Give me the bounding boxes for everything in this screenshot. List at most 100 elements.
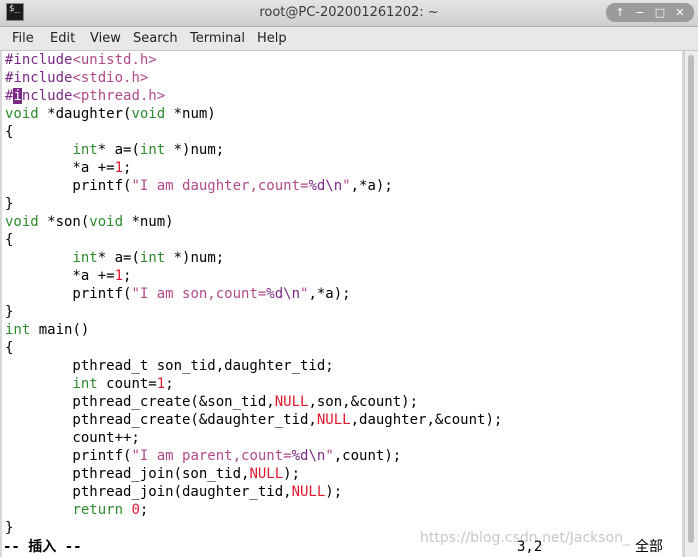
code-token: NULL (249, 466, 284, 482)
code-line[interactable]: pthread_join(daughter_tid,NULL); (5, 483, 342, 501)
code-token: return (72, 502, 124, 518)
code-token: *a += (5, 268, 115, 284)
code-token: ,count); (333, 448, 402, 464)
code-line[interactable]: pthread_t son_tid,daughter_tid; (5, 357, 334, 375)
code-token: void (89, 214, 124, 230)
code-token: " (325, 448, 334, 464)
code-token: 1 (114, 268, 124, 284)
code-token: *a += (5, 160, 115, 176)
code-token: ; (123, 160, 132, 176)
menu-bar: File Edit View Search Terminal Help (0, 27, 698, 51)
code-token: #include (5, 52, 73, 68)
code-token: pthread_t son_tid,daughter_tid; (5, 358, 334, 374)
code-token: pthread_join(daughter_tid, (5, 484, 292, 500)
minimize-icon[interactable]: − (632, 5, 648, 21)
code-line[interactable]: #include<unistd.h> (5, 51, 157, 69)
menu-edit[interactable]: Edit (50, 31, 75, 46)
code-token: } (5, 520, 14, 536)
menu-search[interactable]: Search (133, 31, 178, 46)
code-token: ; (165, 376, 174, 392)
code-token: #include (5, 70, 73, 86)
code-line[interactable]: } (5, 303, 13, 321)
code-line[interactable]: printf("I am son,count=%d\n",*a); (5, 285, 351, 303)
vertical-scrollbar[interactable] (684, 51, 698, 557)
code-line[interactable]: } (5, 519, 13, 537)
code-token: *son( (38, 214, 90, 230)
code-token: "I am parent,count= (131, 448, 292, 464)
code-line[interactable]: printf("I am daughter,count=%d\n",*a); (5, 177, 393, 195)
code-token: { (5, 124, 14, 140)
code-token: 1 (114, 160, 124, 176)
code-token: %d\n (291, 448, 326, 464)
code-line[interactable]: *a +=1; (5, 159, 131, 177)
code-token: %d\n (266, 286, 301, 302)
code-token: %d\n (308, 178, 343, 194)
code-token: *daughter( (38, 106, 132, 122)
code-line[interactable]: pthread_create(&daughter_tid,NULL,daught… (5, 411, 502, 429)
code-token: int (72, 142, 98, 158)
scroll-scope: 全部 (635, 539, 663, 555)
code-line[interactable]: { (5, 123, 13, 141)
code-token: pthread_create(&son_tid, (5, 394, 275, 410)
code-line[interactable]: count++; (5, 429, 139, 447)
code-line[interactable]: printf("I am parent,count=%d\n",count); (5, 447, 401, 465)
code-line[interactable]: int main() (5, 321, 89, 339)
code-line[interactable]: } (5, 195, 13, 213)
code-line[interactable]: #include<pthread.h> (5, 87, 165, 105)
code-line[interactable]: int count=1; (5, 375, 174, 393)
code-line[interactable]: { (5, 339, 13, 357)
vim-editor-area[interactable]: #include<unistd.h> #include<stdio.h> #incl… (2, 51, 682, 557)
menu-file[interactable]: File (12, 31, 34, 46)
code-token: <unistd.h> (72, 52, 157, 68)
code-token: *)num; (165, 142, 225, 158)
code-token: void (131, 106, 166, 122)
code-line[interactable]: return 0; (5, 501, 148, 519)
close-icon[interactable]: ✕ (672, 5, 688, 21)
window-title: root@PC-202001261202: ~ (259, 5, 439, 20)
code-token: *)num; (165, 250, 225, 266)
code-token: ); (325, 484, 343, 500)
code-token: ; (139, 502, 149, 518)
code-token: * a=( (97, 250, 140, 266)
code-token: ,*a); (350, 178, 393, 194)
code-token: ,son,&count); (308, 394, 419, 410)
code-token: *num) (165, 106, 216, 122)
code-token: printf( (5, 448, 132, 464)
code-token: void (5, 106, 39, 122)
scrollbar-thumb[interactable] (688, 55, 694, 543)
code-token: * a=( (97, 142, 140, 158)
code-token: 0 (131, 502, 140, 518)
code-token: 1 (156, 376, 166, 392)
code-token: int (72, 376, 98, 392)
code-token: count= (97, 376, 157, 392)
code-token: { (5, 232, 14, 248)
code-token: ,daughter,&count); (350, 412, 503, 428)
code-line[interactable]: pthread_create(&son_tid,NULL,son,&count)… (5, 393, 418, 411)
code-token: " (342, 178, 351, 194)
code-line[interactable]: int* a=(int *)num; (5, 141, 224, 159)
keep-above-icon[interactable]: ↑ (612, 5, 628, 21)
code-token: ; (123, 268, 132, 284)
code-token: ,*a); (308, 286, 351, 302)
menu-help[interactable]: Help (257, 31, 287, 46)
code-line[interactable]: *a +=1; (5, 267, 131, 285)
code-line[interactable]: #include<stdio.h> (5, 69, 148, 87)
code-token: nclude (21, 88, 73, 104)
code-line[interactable]: pthread_join(son_tid,NULL); (5, 465, 300, 483)
code-line[interactable]: { (5, 231, 13, 249)
maximize-icon[interactable]: □ (652, 5, 668, 21)
code-token: *num) (123, 214, 174, 230)
code-token: NULL (274, 394, 309, 410)
code-token: int (139, 250, 166, 266)
code-token: pthread_create(&daughter_tid, (5, 412, 317, 428)
menu-terminal[interactable]: Terminal (190, 31, 245, 46)
menu-view[interactable]: View (90, 31, 121, 46)
code-token: { (5, 340, 14, 356)
code-token: "I am daughter,count= (131, 178, 309, 194)
code-line[interactable]: void *daughter(void *num) (5, 105, 216, 123)
code-line[interactable]: void *son(void *num) (5, 213, 174, 231)
code-line[interactable]: int* a=(int *)num; (5, 249, 224, 267)
